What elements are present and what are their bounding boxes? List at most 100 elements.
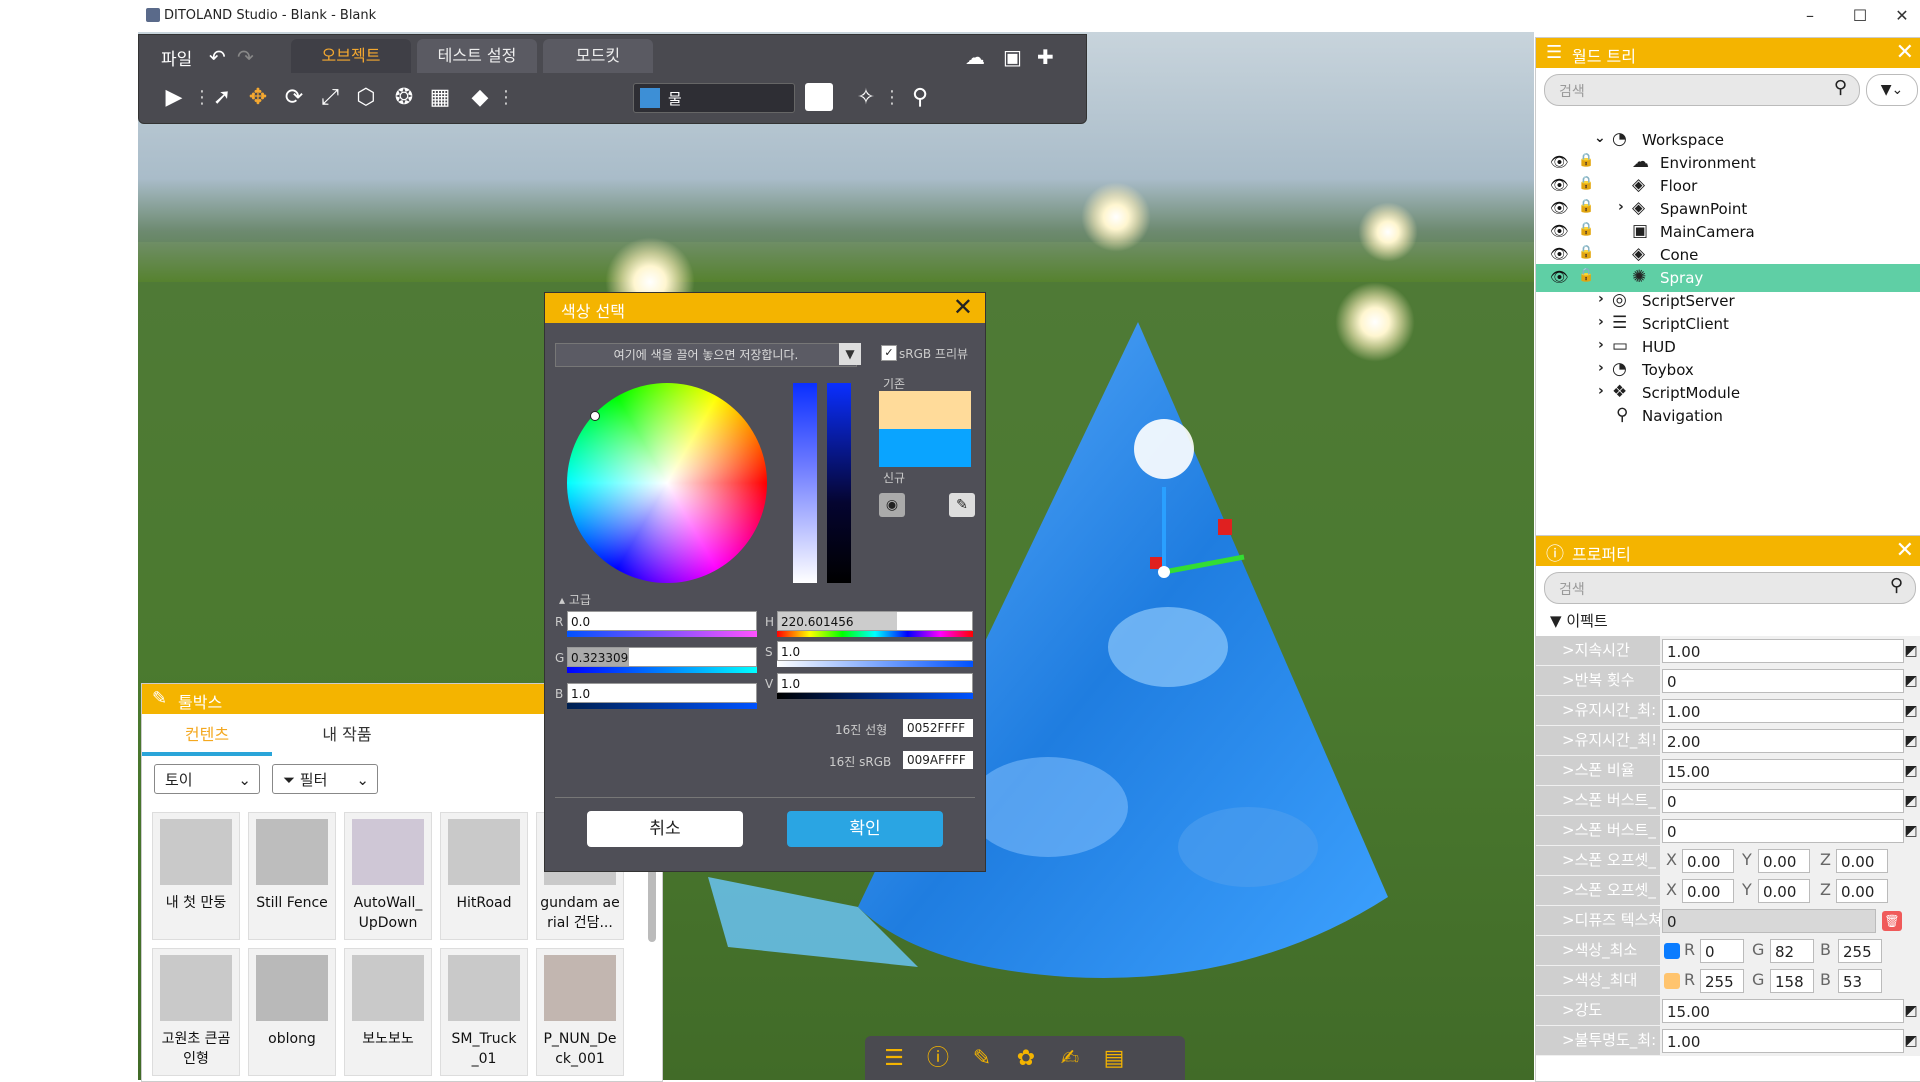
maximize-button[interactable]: ☐: [1838, 4, 1882, 28]
ok-button[interactable]: 확인: [787, 811, 943, 847]
edit-icon[interactable]: ◩: [1902, 642, 1920, 660]
play-icon[interactable]: ▶: [159, 83, 189, 113]
value-bar[interactable]: [827, 383, 851, 583]
eye-icon[interactable]: 👁: [1550, 176, 1569, 194]
eye-icon[interactable]: 👁: [1550, 245, 1569, 263]
filter-dropdown[interactable]: ⏷ 필터 ⌄: [272, 764, 378, 794]
filter-dropdown[interactable]: ▼⌄: [1866, 74, 1918, 106]
offset-x-input[interactable]: 0.00: [1682, 879, 1734, 903]
h-slider[interactable]: [777, 631, 973, 637]
tab-modkit[interactable]: 모드킷: [543, 39, 653, 73]
file-menu[interactable]: 파일: [161, 45, 192, 70]
toolbox-item[interactable]: HitRoad: [440, 812, 528, 940]
more-icon[interactable]: ⋮: [193, 85, 211, 111]
eye-icon[interactable]: 👁: [1550, 153, 1569, 171]
rotate-icon[interactable]: ⟳: [279, 83, 309, 113]
material-select[interactable]: 물: [633, 83, 795, 113]
color-max-b-input[interactable]: 53: [1838, 969, 1882, 993]
wheel-marker[interactable]: [590, 411, 600, 421]
prop-value-input[interactable]: 1.00: [1662, 639, 1904, 663]
prop-value-input[interactable]: 15.00: [1662, 999, 1904, 1023]
v-slider[interactable]: [777, 693, 973, 699]
properties-search-input[interactable]: 검색 ⚲: [1544, 572, 1916, 604]
color-wheel-icon[interactable]: ◉: [879, 493, 905, 517]
color-min-swatch[interactable]: [1664, 943, 1680, 959]
edit-icon[interactable]: ◩: [1902, 732, 1920, 750]
trash-icon[interactable]: 🗑: [1882, 911, 1902, 931]
offset-z-input[interactable]: 0.00: [1836, 879, 1888, 903]
prop-value-input[interactable]: 15.00: [1662, 759, 1904, 783]
saturation-bar[interactable]: [793, 383, 817, 583]
color-drop-zone[interactable]: 여기에 색을 끌어 놓으면 저장합니다.: [555, 343, 857, 367]
section-effect[interactable]: ▼ 이펙트: [1550, 610, 1608, 631]
edit-icon[interactable]: ◩: [1902, 1002, 1920, 1020]
lock-icon[interactable]: 🔒: [1578, 153, 1594, 168]
lock-icon[interactable]: 🔒: [1578, 222, 1594, 237]
s-slider[interactable]: [777, 661, 973, 667]
upload-icon[interactable]: ☁: [965, 45, 985, 69]
r-slider[interactable]: [567, 631, 757, 637]
tab-my-works[interactable]: 내 작품: [282, 718, 412, 752]
select-icon[interactable]: ➚: [207, 83, 237, 113]
minimize-button[interactable]: –: [1788, 4, 1832, 28]
lock-icon[interactable]: 🔒: [1578, 176, 1594, 191]
toolbox-item[interactable]: 보노보노: [344, 948, 432, 1076]
color-max-r-input[interactable]: 255: [1700, 969, 1744, 993]
g-input[interactable]: 0.323309: [567, 647, 757, 667]
lock-icon[interactable]: 🔒: [1578, 245, 1594, 260]
info-icon[interactable]: ⓘ: [923, 1044, 953, 1074]
color-max-g-input[interactable]: 158: [1770, 969, 1814, 993]
color-max-swatch[interactable]: [1664, 973, 1680, 989]
close-icon[interactable]: ✕: [1896, 40, 1914, 65]
cancel-button[interactable]: 취소: [587, 811, 743, 847]
close-button[interactable]: ✕: [1880, 4, 1920, 28]
color-swatch-button[interactable]: [805, 83, 833, 111]
offset-x-input[interactable]: 0.00: [1682, 849, 1734, 873]
g-slider[interactable]: [567, 667, 757, 673]
edit-icon[interactable]: ◩: [1902, 762, 1920, 780]
tab-object[interactable]: 오브젝트: [291, 39, 411, 73]
edit-icon[interactable]: ◩: [1902, 1032, 1920, 1050]
wrench-icon[interactable]: ✎: [967, 1044, 997, 1074]
search-icon[interactable]: ⚲: [1834, 77, 1847, 98]
hex-srgb-input[interactable]: 009AFFFF: [903, 751, 973, 769]
prop-value-input[interactable]: 0: [1662, 789, 1904, 813]
v-input[interactable]: 1.0: [777, 673, 973, 693]
toolbox-item[interactable]: oblong: [248, 948, 336, 1076]
grid-icon[interactable]: ▦: [425, 83, 455, 113]
h-input[interactable]: 220.601456: [777, 611, 973, 631]
redo-icon[interactable]: ↷: [237, 45, 254, 69]
prop-value-input[interactable]: 1.00: [1662, 1029, 1904, 1053]
world-tree-icon[interactable]: ☰: [879, 1044, 909, 1074]
eye-icon[interactable]: 👁: [1550, 199, 1569, 217]
edit-icon[interactable]: ◩: [1902, 792, 1920, 810]
eye-icon[interactable]: 👁: [1550, 222, 1569, 240]
tree-item-navigation[interactable]: ⚲ Navigation: [1536, 402, 1920, 430]
category-dropdown[interactable]: 토이 ⌄: [154, 764, 260, 794]
document-icon[interactable]: ▤: [1099, 1044, 1129, 1074]
toolbox-item[interactable]: SM_Truck _01: [440, 948, 528, 1076]
new-file-icon[interactable]: ✚: [1037, 45, 1054, 69]
toolbox-item[interactable]: AutoWall_ UpDown: [344, 812, 432, 940]
s-input[interactable]: 1.0: [777, 641, 973, 661]
lock-icon[interactable]: 🔒: [1578, 199, 1594, 214]
toolbox-item[interactable]: 고원초 큰곰 인형: [152, 948, 240, 1076]
color-min-g-input[interactable]: 82: [1770, 939, 1814, 963]
effects-icon[interactable]: ✧: [851, 83, 881, 113]
chevron-down-icon[interactable]: ▼: [839, 343, 861, 365]
b-slider[interactable]: [567, 703, 757, 709]
world-search-input[interactable]: 검색 ⚲: [1544, 74, 1860, 106]
prop-value-input[interactable]: 2.00: [1662, 729, 1904, 753]
b-input[interactable]: 1.0: [567, 683, 757, 703]
edit-icon[interactable]: ✍: [1055, 1044, 1085, 1074]
srgb-preview-checkbox[interactable]: ✓: [881, 345, 897, 361]
prop-value-input[interactable]: 0: [1662, 819, 1904, 843]
palette-icon[interactable]: ✿: [1011, 1044, 1041, 1074]
close-icon[interactable]: ✕: [953, 293, 973, 321]
tab-test-settings[interactable]: 테스트 설정: [417, 39, 537, 73]
save-icon[interactable]: ▣: [1003, 45, 1022, 69]
lock-icon[interactable]: 🔒: [1578, 268, 1594, 283]
offset-y-input[interactable]: 0.00: [1758, 879, 1810, 903]
color-min-r-input[interactable]: 0: [1700, 939, 1744, 963]
offset-z-input[interactable]: 0.00: [1836, 849, 1888, 873]
